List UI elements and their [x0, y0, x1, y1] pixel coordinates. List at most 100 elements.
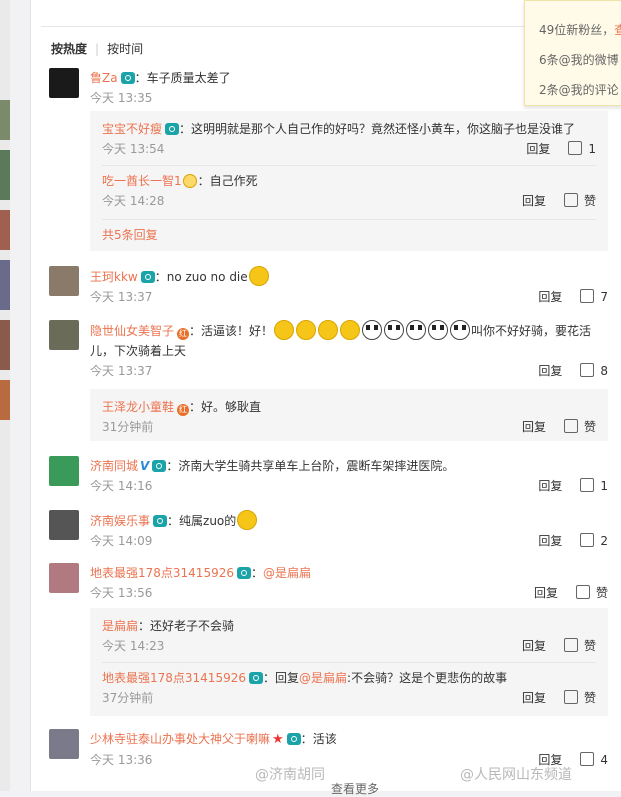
timestamp: 今天 13:56	[90, 586, 153, 600]
avatar[interactable]	[49, 563, 79, 593]
member-badge-icon[interactable]: 红	[177, 328, 190, 340]
load-more-link[interactable]: 查看更多	[331, 780, 379, 797]
username-link[interactable]: 吃一酋长一智1	[102, 174, 182, 188]
sidebar-thumbnail[interactable]	[0, 100, 10, 140]
vip-badge-icon[interactable]	[286, 733, 301, 745]
like-count[interactable]: 1	[588, 142, 596, 156]
like-icon[interactable]	[580, 752, 595, 766]
like-icon[interactable]	[563, 193, 578, 207]
like-icon[interactable]	[568, 141, 583, 155]
notification-popup: 49位新粉丝，查 6条@我的微博 2条@我的评论	[524, 0, 621, 106]
sidebar-thumbnail[interactable]	[0, 210, 10, 250]
like-icon[interactable]	[575, 585, 590, 599]
reply-button[interactable]: 回复	[522, 691, 546, 705]
verified-v-icon[interactable]: V	[140, 456, 149, 476]
like-label[interactable]: 赞	[584, 639, 596, 653]
like-label[interactable]: 赞	[596, 586, 608, 600]
reply-button[interactable]: 回复	[538, 364, 562, 378]
avatar[interactable]	[49, 510, 79, 540]
reply-button[interactable]: 回复	[522, 194, 546, 208]
like-icon[interactable]	[580, 289, 595, 303]
sidebar-thumbnail[interactable]	[0, 320, 10, 370]
like-count[interactable]: 1	[600, 479, 608, 493]
like-icon[interactable]	[580, 478, 595, 492]
sort-tabs: 按热度 | 按时间	[51, 42, 144, 56]
vip-badge-icon[interactable]	[236, 567, 251, 579]
vip-badge-icon[interactable]	[165, 123, 180, 135]
member-badge-icon[interactable]	[182, 174, 197, 188]
sort-by-time-tab[interactable]: 按时间	[107, 42, 143, 56]
panda-emoji-icon	[450, 320, 471, 340]
username-link[interactable]: 王泽龙小童鞋	[102, 400, 174, 414]
like-label[interactable]: 赞	[584, 194, 596, 208]
reply-button[interactable]: 回复	[526, 142, 550, 156]
vip-badge-icon[interactable]	[140, 271, 155, 283]
reply-button[interactable]: 回复	[534, 586, 558, 600]
notification-item[interactable]: 2条@我的评论	[539, 81, 619, 98]
vip-badge-icon[interactable]	[248, 672, 263, 684]
reply-button[interactable]: 回复	[522, 420, 546, 434]
like-icon[interactable]	[580, 533, 595, 547]
notification-item[interactable]: 49位新粉丝，查	[539, 21, 621, 38]
reply-box: 宝宝不好瘦 ：这明明就是那个人自己作的好吗？竟然还怪小黄车，你这脑子也是没谁了 今…	[90, 111, 608, 251]
like-icon[interactable]	[563, 419, 578, 433]
reply-box: 是扁扁：还好老子不会骑 今天 14:23 回复赞 地表最强178点3141592…	[90, 608, 608, 716]
laugh-emoji-icon	[274, 320, 295, 340]
like-count[interactable]: 4	[600, 753, 608, 767]
watermark-left: @济南胡同	[255, 767, 325, 783]
reply-text-tail: :不会骑？这是个更悲伤的故事	[347, 671, 508, 685]
emoji-icon	[248, 266, 269, 286]
like-count[interactable]: 7	[600, 290, 608, 304]
like-label[interactable]: 赞	[584, 691, 596, 705]
avatar[interactable]	[49, 320, 79, 350]
sidebar-thumbnail[interactable]	[0, 150, 10, 200]
reply-button[interactable]: 回复	[538, 290, 562, 304]
reply-item: 地表最强178点31415926 ：回复@是扁扁:不会骑？这是个更悲伤的故事 37…	[102, 671, 596, 705]
username-link[interactable]: 宝宝不好瘦	[102, 122, 162, 136]
reply-button[interactable]: 回复	[522, 639, 546, 653]
like-count[interactable]: 2	[600, 534, 608, 548]
member-badge-icon[interactable]: 红	[177, 404, 190, 416]
avatar[interactable]	[49, 266, 79, 296]
comment-text: no zuo no die	[166, 270, 248, 284]
username-link[interactable]: 少林寺驻泰山办事处大神父于喇嘛	[90, 732, 270, 746]
like-label[interactable]: 赞	[584, 420, 596, 434]
sidebar-thumbnail[interactable]	[0, 380, 10, 420]
like-count[interactable]: 8	[600, 364, 608, 378]
reply-item: 王泽龙小童鞋红：好。够耿直 31分钟前 回复赞	[102, 400, 596, 434]
reply-button[interactable]: 回复	[538, 479, 562, 493]
username-link[interactable]: 鲁Za	[90, 71, 118, 85]
more-replies-link[interactable]: 共5条回复	[102, 228, 158, 242]
panda-emoji-icon	[406, 320, 427, 340]
avatar[interactable]	[49, 456, 79, 486]
like-icon[interactable]	[563, 638, 578, 652]
avatar[interactable]	[49, 68, 79, 98]
username-link[interactable]: 济南娱乐事	[90, 514, 150, 528]
laugh-emoji-icon	[318, 320, 339, 340]
avatar[interactable]	[49, 729, 79, 759]
username-link[interactable]: 地表最强178点31415926	[102, 671, 246, 685]
mention-link[interactable]: @是扁扁	[299, 671, 347, 685]
divider	[102, 662, 596, 663]
laugh-emoji-icon	[296, 320, 317, 340]
panda-emoji-icon	[362, 320, 383, 340]
sidebar-thumbnail[interactable]	[0, 260, 10, 310]
vip-badge-icon[interactable]	[152, 460, 167, 472]
notification-item[interactable]: 6条@我的微博	[539, 51, 619, 68]
comment-panel: 按热度 | 按时间 鲁Za ：车子质量太差了 今天 13:35 宝宝不好瘦 ：这明明就是…	[30, 0, 621, 796]
like-icon[interactable]	[580, 363, 595, 377]
timestamp: 今天 13:37	[90, 290, 153, 304]
username-link[interactable]: 地表最强178点31415926	[90, 566, 234, 580]
vip-badge-icon[interactable]	[153, 515, 168, 527]
mention-link[interactable]: @是扁扁	[263, 566, 311, 580]
username-link[interactable]: 王珂kkw	[90, 270, 138, 284]
like-icon[interactable]	[563, 690, 578, 704]
reply-item: 宝宝不好瘦 ：这明明就是那个人自己作的好吗？竟然还怪小黄车，你这脑子也是没谁了 今…	[102, 122, 596, 156]
username-link[interactable]: 济南同城	[90, 459, 138, 473]
vip-badge-icon[interactable]	[120, 72, 135, 84]
sort-by-hot-tab[interactable]: 按热度	[51, 42, 87, 56]
reply-button[interactable]: 回复	[538, 534, 562, 548]
username-link[interactable]: 是扁扁	[102, 619, 138, 633]
username-link[interactable]: 隐世仙女美智子	[90, 324, 174, 338]
star-badge-icon[interactable]: ★	[272, 732, 284, 747]
